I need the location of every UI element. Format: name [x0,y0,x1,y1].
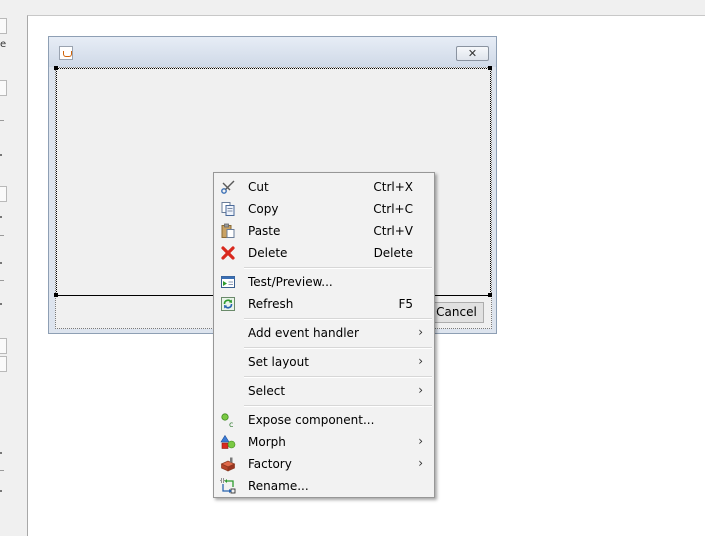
submenu-arrow-icon: › [418,434,423,448]
left-panel-dot [0,303,2,305]
scissors-icon [221,180,235,194]
left-panel-divider [0,280,4,281]
submenu-arrow-icon: › [418,456,423,470]
paste-icon [221,223,235,238]
morph-shapes-icon [220,434,236,449]
left-panel-divider [0,120,4,121]
menu-item-expose-component[interactable]: c Expose component... [214,409,434,431]
menu-item-label: Paste [248,224,281,238]
menu-item-test-preview[interactable]: Test/Preview... [214,271,434,293]
close-button[interactable]: ✕ [456,46,489,61]
java-cup-icon [59,46,73,60]
left-panel-control[interactable] [0,338,7,354]
submenu-arrow-icon: › [418,383,423,397]
factory-icon [220,457,236,472]
menu-item-factory[interactable]: Factory › [214,453,434,475]
menu-item-label: Copy [248,202,279,216]
menu-item-cut[interactable]: Cut Ctrl+X [214,176,434,198]
menu-item-shortcut: Ctrl+C [373,202,413,216]
refresh-icon [221,297,235,311]
resize-handle[interactable] [54,66,58,70]
menu-separator [244,405,432,407]
left-panel-text: e [0,39,7,50]
left-panel-control[interactable] [0,80,7,96]
left-panel-strip: e [0,0,27,535]
menu-item-shortcut: Ctrl+X [373,180,413,194]
menu-item-label: Factory [248,457,292,471]
left-panel-dot [0,154,2,156]
context-menu: Cut Ctrl+X Copy Ctrl+C Paste Ctrl+V Dele… [213,172,435,498]
menu-item-shortcut: Delete [373,246,413,260]
left-panel-divider [0,235,4,236]
svg-text:c: c [229,420,233,428]
menu-item-morph[interactable]: Morph › [214,431,434,453]
submenu-arrow-icon: › [418,354,423,368]
menu-item-label: Add event handler [248,326,359,340]
menu-item-label: Rename... [248,479,309,493]
left-panel-control[interactable] [0,356,7,372]
resize-handle[interactable] [488,66,492,70]
dialog-title-bar[interactable]: ✕ [49,37,496,67]
menu-separator [244,318,432,320]
menu-item-rename[interactable]: Rename... [214,475,434,497]
preview-window-icon [221,276,235,288]
menu-item-shortcut: F5 [398,297,413,311]
menu-separator [244,267,432,269]
menu-item-label: Set layout [248,355,309,369]
menu-item-label: Morph [248,435,286,449]
copy-icon [221,202,235,216]
menu-item-shortcut: Ctrl+V [373,224,413,238]
menu-item-refresh[interactable]: Refresh F5 [214,293,434,315]
menu-item-select[interactable]: Select › [214,380,434,402]
cancel-button[interactable]: Cancel [429,302,484,323]
left-panel-dot [0,452,2,454]
left-panel-divider [0,470,4,471]
menu-item-set-layout[interactable]: Set layout › [214,351,434,373]
menu-separator [244,376,432,378]
menu-item-label: Refresh [248,297,294,311]
menu-item-label: Select [248,384,286,398]
menu-item-add-event-handler[interactable]: Add event handler › [214,322,434,344]
left-panel-dot [0,262,2,264]
menu-item-label: Cut [248,180,269,194]
red-x-icon [221,246,235,260]
menu-item-label: Test/Preview... [248,275,333,289]
rename-icon [220,478,236,494]
expose-icon: c [221,413,233,428]
submenu-arrow-icon: › [418,325,423,339]
menu-item-copy[interactable]: Copy Ctrl+C [214,198,434,220]
left-panel-dot [0,216,2,218]
close-icon: ✕ [467,47,478,60]
left-panel-control[interactable] [0,18,7,34]
menu-item-label: Expose component... [248,413,375,427]
menu-item-delete[interactable]: Delete Delete [214,242,434,264]
left-panel-control[interactable] [0,186,7,202]
left-panel-dot [0,490,2,492]
menu-separator [244,347,432,349]
menu-item-paste[interactable]: Paste Ctrl+V [214,220,434,242]
menu-item-label: Delete [248,246,288,260]
